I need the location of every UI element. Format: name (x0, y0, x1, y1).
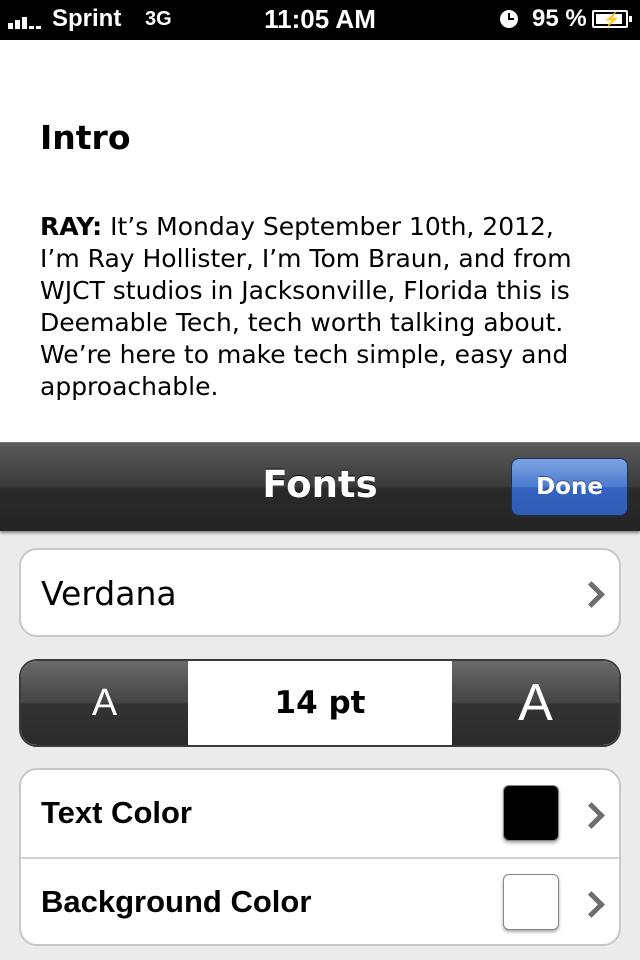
font-size-value: 14 pt (274, 685, 366, 721)
chevron-right-icon (578, 581, 605, 608)
article-title: Intro (40, 118, 131, 157)
font-family-selector[interactable]: Verdana (19, 548, 621, 637)
done-button[interactable]: Done (511, 458, 628, 516)
fonts-nav-bar: Fonts Done (0, 442, 640, 531)
decrease-font-size-button[interactable]: A (21, 661, 188, 745)
increase-font-size-button[interactable]: A (452, 661, 619, 745)
article-text: It’s Monday September 10th, 2012, I’m Ra… (40, 212, 572, 401)
font-name: Verdana (41, 574, 177, 613)
battery-percent: 95 % (532, 5, 587, 32)
chevron-right-icon (578, 891, 605, 918)
font-size-control: A 14 pt A (19, 659, 621, 747)
background-color-row[interactable]: Background Color (21, 859, 619, 946)
background-color-label: Background Color (41, 884, 312, 919)
text-color-swatch (503, 785, 559, 841)
background-color-swatch (503, 874, 559, 930)
fonts-sheet: Fonts Done Verdana A 14 pt A Text Color … (0, 442, 640, 960)
article-body: RAY: It’s Monday September 10th, 2012, I… (40, 211, 600, 403)
color-settings: Text Color Background Color (19, 768, 621, 946)
chevron-right-icon (578, 802, 605, 829)
status-bar: Sprint 3G 11:05 AM 95 % ⚡ (0, 0, 640, 40)
text-color-row[interactable]: Text Color (21, 770, 619, 859)
battery-charging-icon: ⚡ (592, 10, 632, 28)
text-color-label: Text Color (41, 795, 192, 830)
alarm-clock-icon (500, 10, 518, 28)
speaker-name: RAY: (40, 212, 103, 241)
